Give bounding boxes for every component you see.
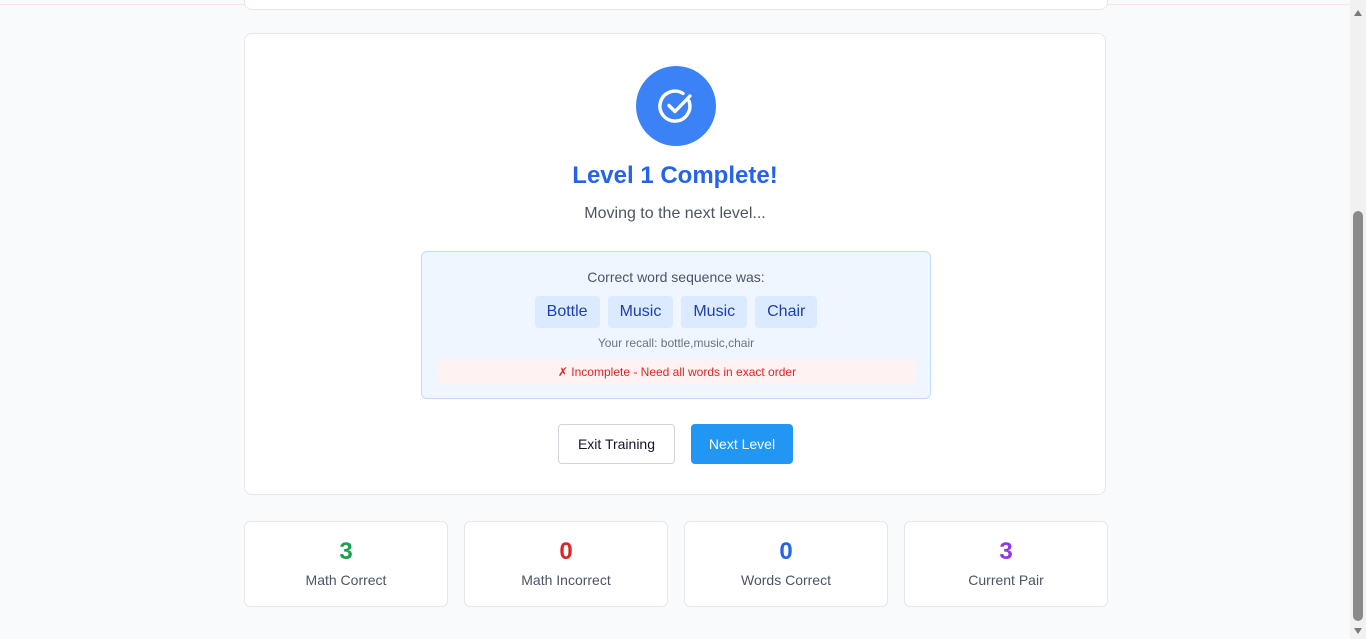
level-subtitle: Moving to the next level... bbox=[584, 205, 766, 222]
next-level-button[interactable]: Next Level bbox=[691, 424, 793, 464]
stat-value: 0 bbox=[559, 538, 573, 565]
level-complete-card: Level 1 Complete! Moving to the next lev… bbox=[244, 33, 1106, 495]
word-chip: Chair bbox=[755, 296, 818, 328]
stat-label: Math Incorrect bbox=[521, 572, 611, 588]
stat-label: Current Pair bbox=[968, 572, 1044, 588]
stat-card-math-incorrect: 0 Math Incorrect bbox=[464, 521, 668, 607]
stat-card-math-correct: 3 Math Correct bbox=[244, 521, 448, 607]
scroll-up-icon[interactable] bbox=[1354, 10, 1362, 16]
scroll-down-icon[interactable] bbox=[1354, 628, 1362, 634]
previous-card bbox=[244, 0, 1108, 10]
vertical-scrollbar[interactable] bbox=[1350, 0, 1366, 639]
stat-label: Math Correct bbox=[305, 572, 387, 588]
stat-card-current-pair: 3 Current Pair bbox=[904, 521, 1108, 607]
level-title: Level 1 Complete! bbox=[572, 162, 778, 189]
page: Level 1 Complete! Moving to the next lev… bbox=[0, 0, 1366, 639]
word-chip: Music bbox=[607, 296, 674, 328]
stat-value: 0 bbox=[779, 538, 793, 565]
stat-value: 3 bbox=[999, 538, 1013, 565]
recall-text: Your recall: bottle,music,chair bbox=[597, 336, 755, 350]
exit-training-button[interactable]: Exit Training bbox=[558, 424, 675, 464]
word-sequence-panel: Correct word sequence was: Bottle Music … bbox=[421, 251, 931, 399]
stat-label: Words Correct bbox=[741, 572, 831, 588]
stat-value: 3 bbox=[339, 538, 353, 565]
word-chip: Bottle bbox=[534, 296, 600, 328]
scrollbar-thumb[interactable] bbox=[1353, 211, 1363, 621]
word-chip-list: Bottle Music Music Chair bbox=[422, 296, 930, 328]
check-circle-icon bbox=[636, 66, 716, 146]
sequence-label: Correct word sequence was: bbox=[587, 269, 765, 285]
result-banner: ✗ Incomplete - Need all words in exact o… bbox=[438, 360, 916, 384]
word-chip: Music bbox=[681, 296, 748, 328]
stat-card-words-correct: 0 Words Correct bbox=[684, 521, 888, 607]
